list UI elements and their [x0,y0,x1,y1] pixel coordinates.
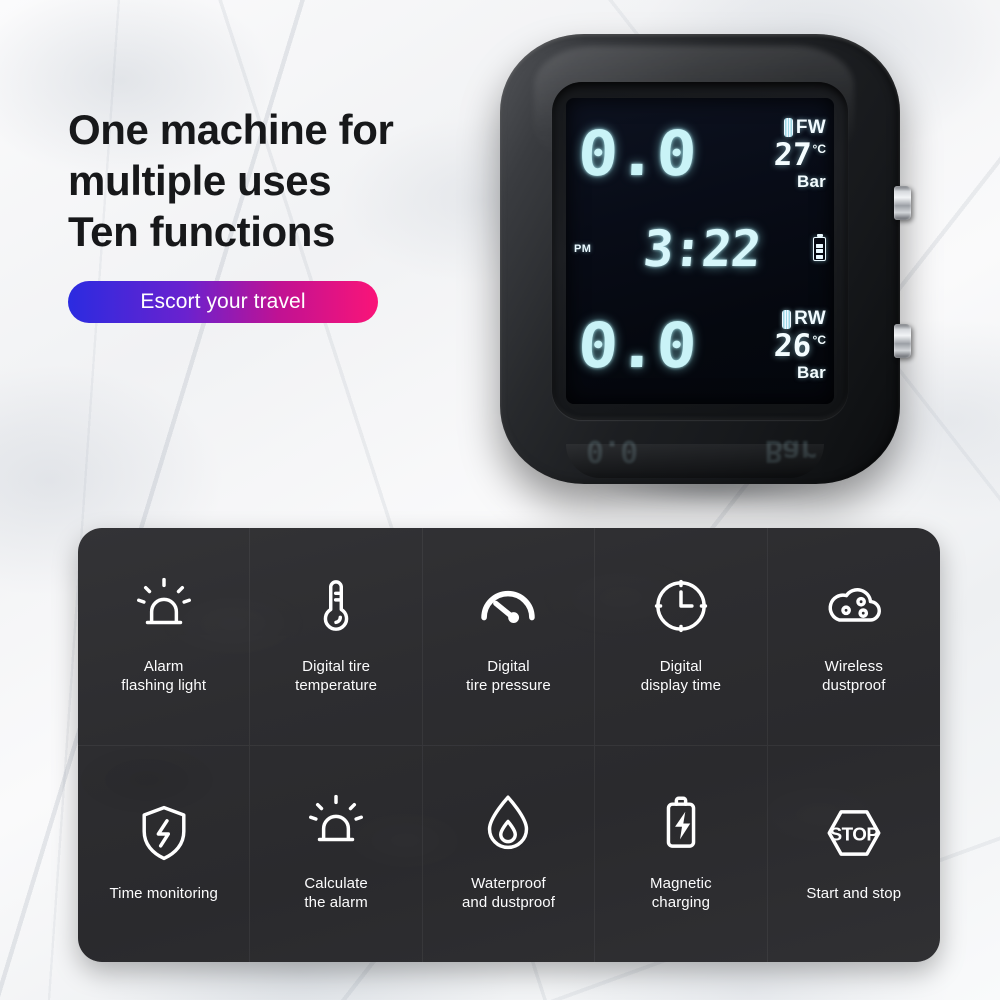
battery-bolt-icon [648,790,714,856]
feature-label: Calculate the alarm [304,875,368,911]
feature-cell-2: Digital tire temperature [250,528,423,745]
clock-icon [648,573,714,639]
front-pressure-value: 0.0 [576,117,698,191]
feature-grid: Alarm flashing light Digital tire temper… [78,528,940,962]
escort-your-travel-badge: Escort your travel [68,281,378,323]
meridiem-label: PM [574,243,592,256]
front-temp-line: 27 °C [773,136,826,173]
battery-level-icon [813,237,826,262]
tire-icon [782,309,792,329]
device-bottom-lip [566,444,824,478]
headline-line-1: One machine for [68,106,394,153]
ghost-unit: Bar [764,433,816,468]
rear-temperature-value: 26 [773,328,813,365]
rear-pressure-value: 0.0 [576,308,698,382]
ghost-pressure: 0.0 [586,433,638,468]
front-wheel-label: FW [795,116,826,138]
water-drop-icon [475,790,541,856]
feature-label: Digital tire temperature [295,657,378,694]
rear-temperature-unit: °C [812,333,826,348]
feature-cell-7: Calculate the alarm [250,745,423,962]
shield-bolt-icon [131,800,197,866]
feature-label: Alarm flashing light [121,657,207,694]
feature-cell-3: Digital tire pressure [423,528,596,745]
lcd-front-wheel-row: 0.0 FW 27 °C Bar [566,102,834,206]
lcd-ghost-reflection: 0.0 Bar [572,426,830,468]
lcd-screen: 0.0 FW 27 °C Bar PM 3:22 0.0 RW 26 °C Ba… [566,98,834,404]
alarm-beacon-icon [131,573,197,639]
feature-label: Waterproof and dustproof [461,875,556,911]
dust-cloud-icon [821,573,887,639]
feature-label: Wireless dustproof [822,657,886,694]
front-temperature-unit: °C [812,141,826,156]
feature-label: Start and stop [806,884,902,902]
thermometer-icon [303,573,369,639]
device-body: 0.0 FW 27 °C Bar PM 3:22 0.0 RW 26 °C Ba… [500,34,900,484]
tire-icon [783,118,793,138]
front-temperature-value: 27 [773,136,813,173]
feature-cell-1: Alarm flashing light [78,528,251,745]
side-button-lower[interactable] [894,324,911,358]
front-side-block: FW 27 °C Bar [687,117,834,192]
feature-label: Digital tire pressure [466,657,551,694]
device-screen-bezel: 0.0 FW 27 °C Bar PM 3:22 0.0 RW 26 °C Ba… [552,82,848,420]
clock-time-value: 3:22 [641,220,763,279]
lcd-rear-wheel-row: 0.0 RW 26 °C Bar [566,294,834,398]
feature-cell-9: Magnetic charging [595,745,768,962]
feature-cell-5: Wireless dustproof [768,528,940,745]
feature-cell-6: Time monitoring [78,745,251,962]
headline-line-3: Ten functions [68,208,336,255]
alarm-beacon-icon [303,790,369,856]
front-pressure-unit: Bar [797,171,826,191]
feature-cell-4: Digital display time [595,528,768,745]
svg-text:STOP: STOP [829,823,878,844]
side-button-upper[interactable] [894,186,911,220]
front-wheel-line: FW [783,116,826,139]
headline-line-2: multiple uses [68,157,332,204]
feature-label: Time monitoring [109,884,218,902]
pressure-gauge-icon [475,573,541,639]
feature-label: Magnetic charging [650,875,712,911]
headline-block: One machine for multiple uses Ten functi… [68,104,498,257]
rear-temp-line: 26 °C [773,328,826,365]
stop-sign-icon: STOP [821,800,887,866]
tpms-device: 0.0 FW 27 °C Bar PM 3:22 0.0 RW 26 °C Ba… [478,28,948,542]
feature-cell-8: Waterproof and dustproof [422,745,596,962]
rear-side-block: RW 26 °C Bar [687,308,834,383]
rear-pressure-unit: Bar [797,363,826,383]
feature-label: Digital display time [640,657,722,694]
lcd-time-row: PM 3:22 [566,205,834,294]
feature-cell-10: STOP Start and stop [767,745,940,962]
escort-badge-label: Escort your travel [140,290,306,313]
